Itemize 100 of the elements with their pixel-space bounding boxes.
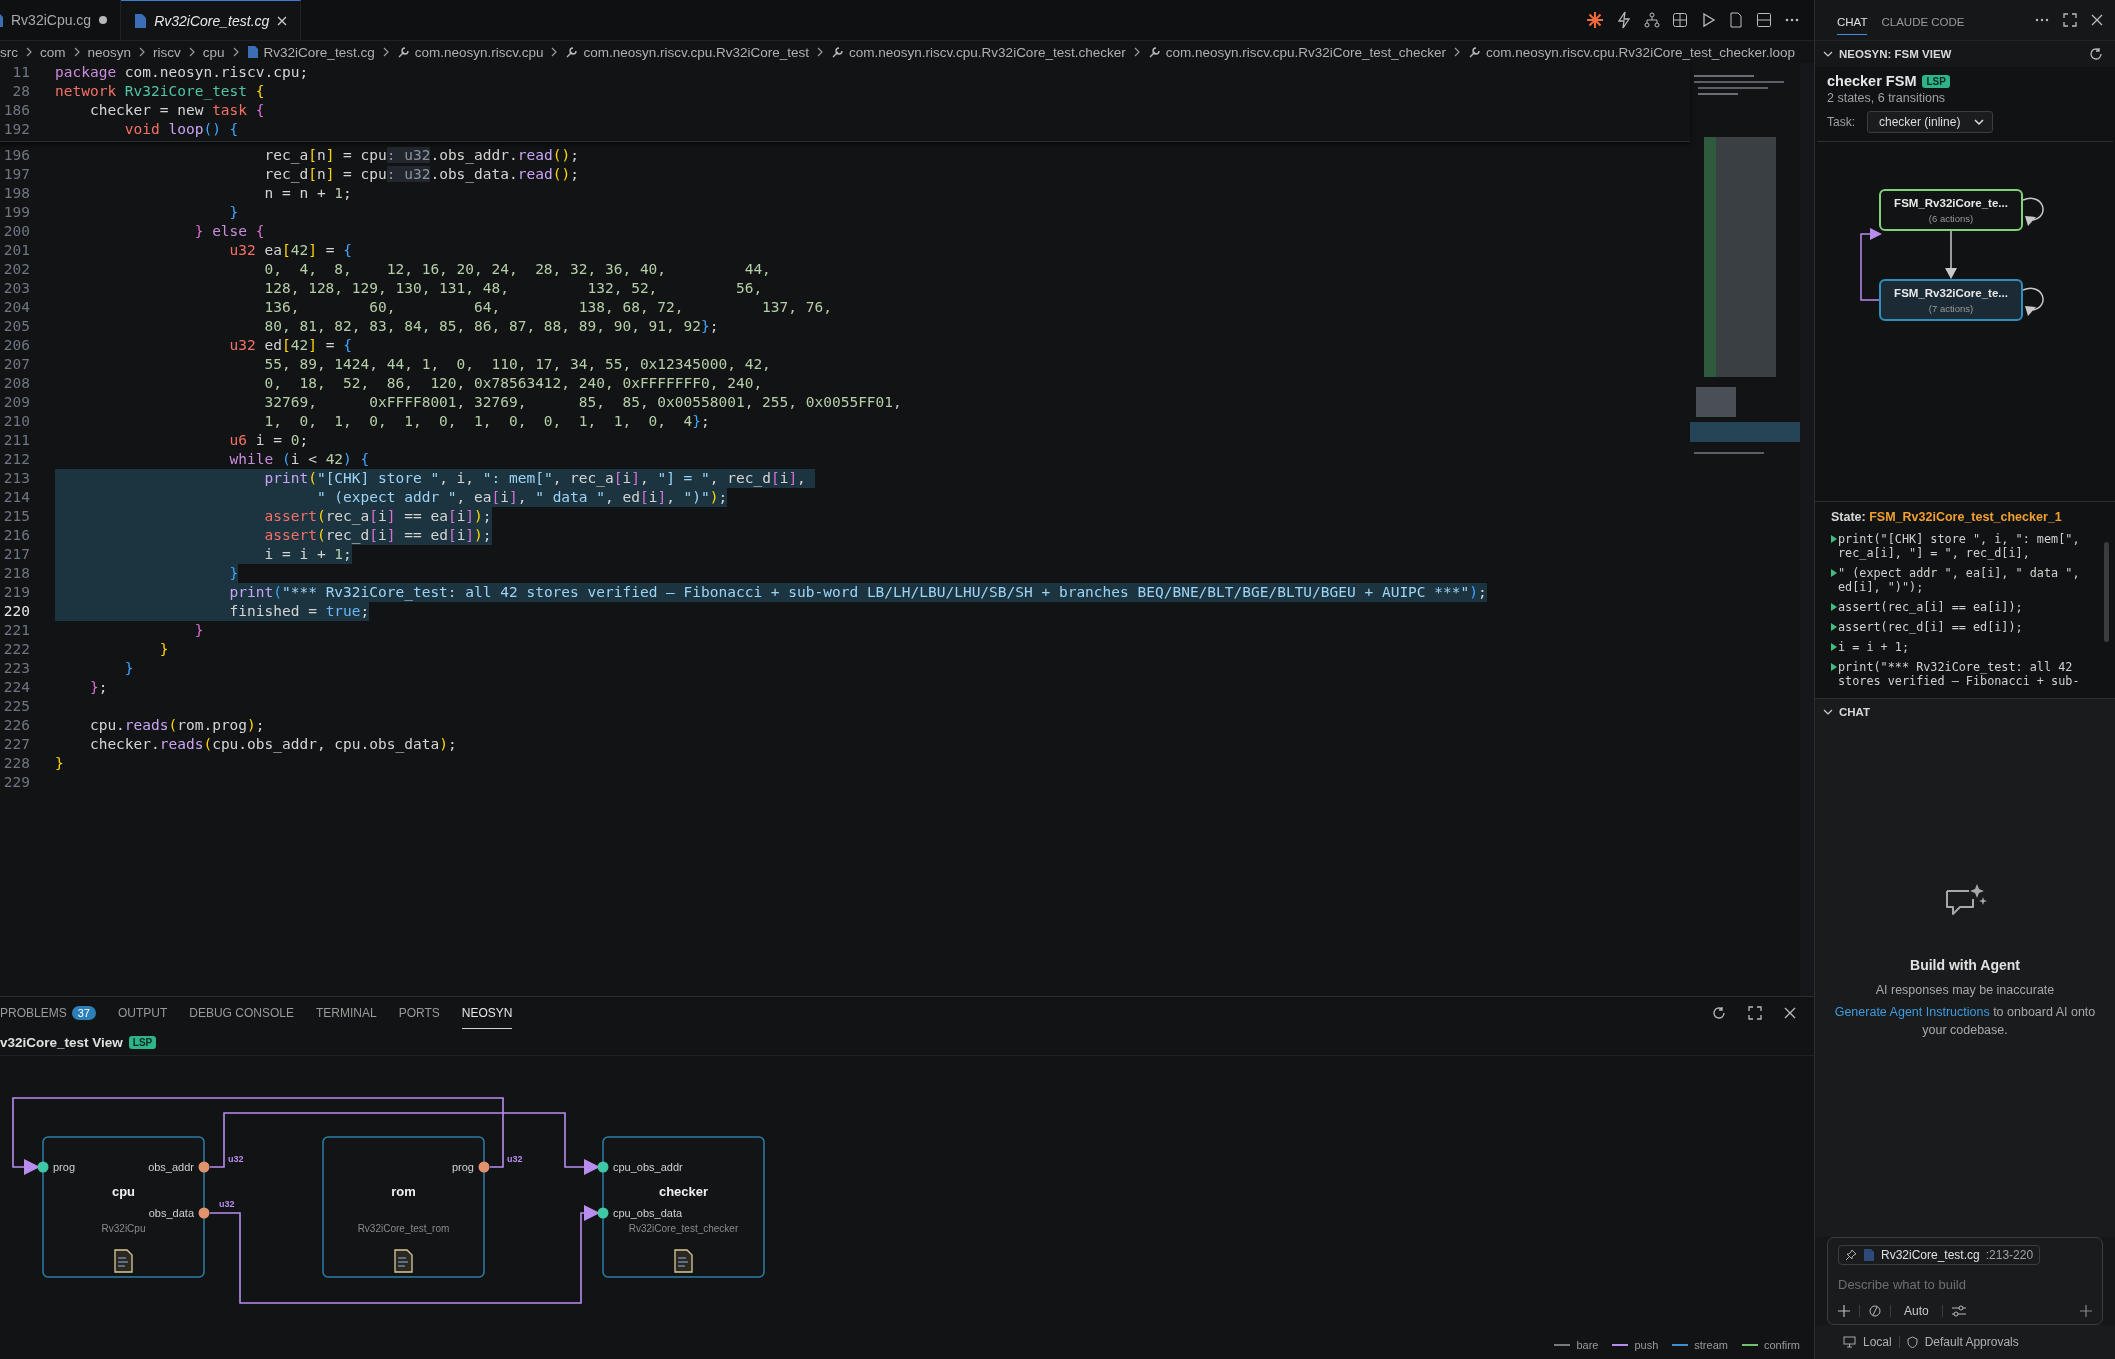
code-line: rec_d[n] = cpu: u32.obs_data.read(); (263, 165, 579, 184)
split-icon[interactable] (1756, 12, 1772, 28)
line-number: 225 (2, 697, 30, 716)
file-icon[interactable] (1728, 12, 1744, 28)
chevron-down-icon[interactable] (1823, 49, 1833, 59)
input-port[interactable] (597, 1161, 609, 1173)
context-chip[interactable]: Rv32iCore_test.cg :213-220 (1838, 1245, 2041, 1265)
sparkle-icon[interactable] (1586, 11, 1604, 29)
breadcrumb-item[interactable]: com.neosyn.riscv.cpu.Rv32iCore_test_checker.loop (1486, 44, 1795, 60)
output-port[interactable] (198, 1207, 210, 1219)
section-header[interactable]: NEOSYN: FSM VIEW (1839, 48, 1952, 60)
breadcrumb-item[interactable]: cpu (202, 44, 225, 60)
action-text: assert(rec_a[i] == ea[i]); (1838, 600, 2023, 614)
breadcrumb-item[interactable]: com (40, 44, 66, 60)
code-line: } else { (193, 222, 265, 241)
grid-icon[interactable] (1672, 12, 1688, 28)
environment-button[interactable]: Local (1863, 1335, 1892, 1349)
maximize-icon[interactable] (1748, 1006, 1762, 1020)
mode-dropdown[interactable]: Auto (1900, 1304, 1933, 1318)
chevron-down-icon[interactable] (1823, 707, 1833, 717)
section-header[interactable]: CHAT (1839, 706, 1871, 718)
panel-tab[interactable]: NEOSYN (461, 997, 513, 1029)
panel-tab[interactable]: DEBUG CONSOLE (189, 997, 294, 1029)
line-number: 210 (2, 412, 30, 431)
line-number: 207 (2, 355, 30, 374)
code-line: checker.reads(cpu.obs_addr, cpu.obs_data); (88, 735, 457, 754)
action-text: print("*** Rv32iCore_test: all 42 stores verified — Fibonacci + sub- (1838, 660, 2081, 688)
play-icon[interactable] (1700, 12, 1716, 28)
approvals-button[interactable]: Default Approvals (1924, 1335, 2019, 1349)
panel-tab[interactable]: CLAUDE CODE (1881, 6, 1965, 34)
state-node[interactable] (1879, 279, 2023, 321)
line-number: 201 (2, 241, 30, 260)
refresh-icon[interactable] (2089, 47, 2103, 61)
editor-tab[interactable]: Rv32iCore_test.cg (121, 0, 302, 40)
fsm-title: checker FSM (1827, 73, 1917, 89)
line-number: 208 (2, 374, 30, 393)
breadcrumb-item[interactable]: com.neosyn.riscv.cpu.Rv32iCore_test.checker (849, 44, 1126, 60)
close-icon[interactable] (276, 14, 289, 27)
breadcrumb-item[interactable]: com.neosyn.riscv.cpu.Rv32iCore_test_checker (1165, 44, 1447, 60)
edge-label: u32 (219, 1199, 235, 1209)
code-line: }; (88, 678, 108, 697)
hierarchy-icon[interactable] (1644, 12, 1660, 28)
instructions-link[interactable]: Generate Agent Instructions (1834, 1005, 1990, 1019)
panel-tab[interactable]: PORTS (398, 997, 440, 1029)
panel-tab[interactable]: TERMINAL (316, 997, 377, 1029)
breadcrumb-item[interactable]: com.neosyn.riscv.cpu (414, 44, 544, 60)
code-line: cpu.reads(rom.prog); (88, 716, 265, 735)
state-node[interactable] (1879, 189, 2023, 231)
chevron-icon (1453, 47, 1462, 57)
breadcrumb-item[interactable]: Rv32iCore_test.cg (263, 44, 375, 60)
onboarding-text: Generate Agent Instructions to onboard AI onto your codebase. (1833, 1004, 2097, 1039)
code-line: package com.neosyn.riscv.cpu; (55, 63, 309, 82)
code-line: } (193, 621, 204, 640)
code-line: } (55, 754, 64, 773)
line-number: 202 (2, 260, 30, 279)
code-line: network Rv32iCore_test { (55, 82, 265, 101)
line-number: 214 (2, 488, 30, 507)
maximize-icon[interactable] (2063, 13, 2077, 27)
add-icon[interactable] (2080, 1305, 2092, 1317)
code-line: 0, 4, 8, 12, 16, 20, 24, 28, 32, 36, 40, 44, (263, 260, 771, 279)
output-port[interactable] (478, 1161, 490, 1173)
edge-label: u32 (507, 1154, 523, 1164)
breadcrumb-item[interactable]: riscv (153, 44, 181, 60)
node-box[interactable] (322, 1136, 485, 1278)
breadcrumb-item[interactable]: com.neosyn.riscv.cpu.Rv32iCore_test (583, 44, 810, 60)
task-label: Task: (1827, 115, 1855, 129)
line-number: 204 (2, 298, 30, 317)
bullet-icon (1831, 603, 1837, 611)
lightning-icon[interactable] (1616, 11, 1632, 29)
output-port[interactable] (198, 1161, 210, 1173)
chevron-icon (816, 47, 825, 57)
task-select[interactable]: checker (inline) (1867, 111, 1994, 133)
lsp-badge: LSP (1922, 74, 1950, 88)
sliders-icon[interactable] (1951, 1305, 1966, 1317)
line-number: 211 (2, 431, 30, 450)
node-box[interactable] (602, 1136, 765, 1278)
panel-tab[interactable]: CHAT (1837, 5, 1868, 35)
breadcrumb-item[interactable]: src (0, 44, 18, 60)
add-icon[interactable] (1838, 1305, 1850, 1317)
chat-input[interactable]: Rv32iCore_test.cg :213-220 Describe what to build Auto (1827, 1237, 2103, 1325)
breadcrumb-item[interactable]: neosyn (87, 44, 132, 60)
node-box[interactable] (42, 1136, 205, 1278)
input-port[interactable] (597, 1207, 609, 1219)
refresh-icon[interactable] (1712, 1006, 1726, 1020)
line-number: 198 (2, 184, 30, 203)
line-number: 223 (2, 659, 30, 678)
panel-tab[interactable]: PROBLEMS 37 (0, 997, 96, 1029)
close-icon[interactable] (1784, 1007, 1796, 1019)
code-line: } (228, 203, 239, 222)
panel-tab[interactable]: OUTPUT (117, 997, 168, 1029)
slash-circle-icon[interactable] (1869, 1305, 1881, 1317)
pin-icon (1845, 1249, 1857, 1261)
input-port[interactable] (37, 1161, 49, 1173)
action-count: (6 actions) (1928, 213, 1974, 224)
line-number: 226 (2, 716, 30, 735)
legend-label: stream (1694, 1339, 1728, 1351)
scrollbar[interactable] (1800, 63, 1814, 996)
close-icon[interactable] (2091, 14, 2103, 26)
legend-label: confirm (1763, 1339, 1800, 1351)
view-title: v32iCore_test View (0, 1034, 123, 1050)
